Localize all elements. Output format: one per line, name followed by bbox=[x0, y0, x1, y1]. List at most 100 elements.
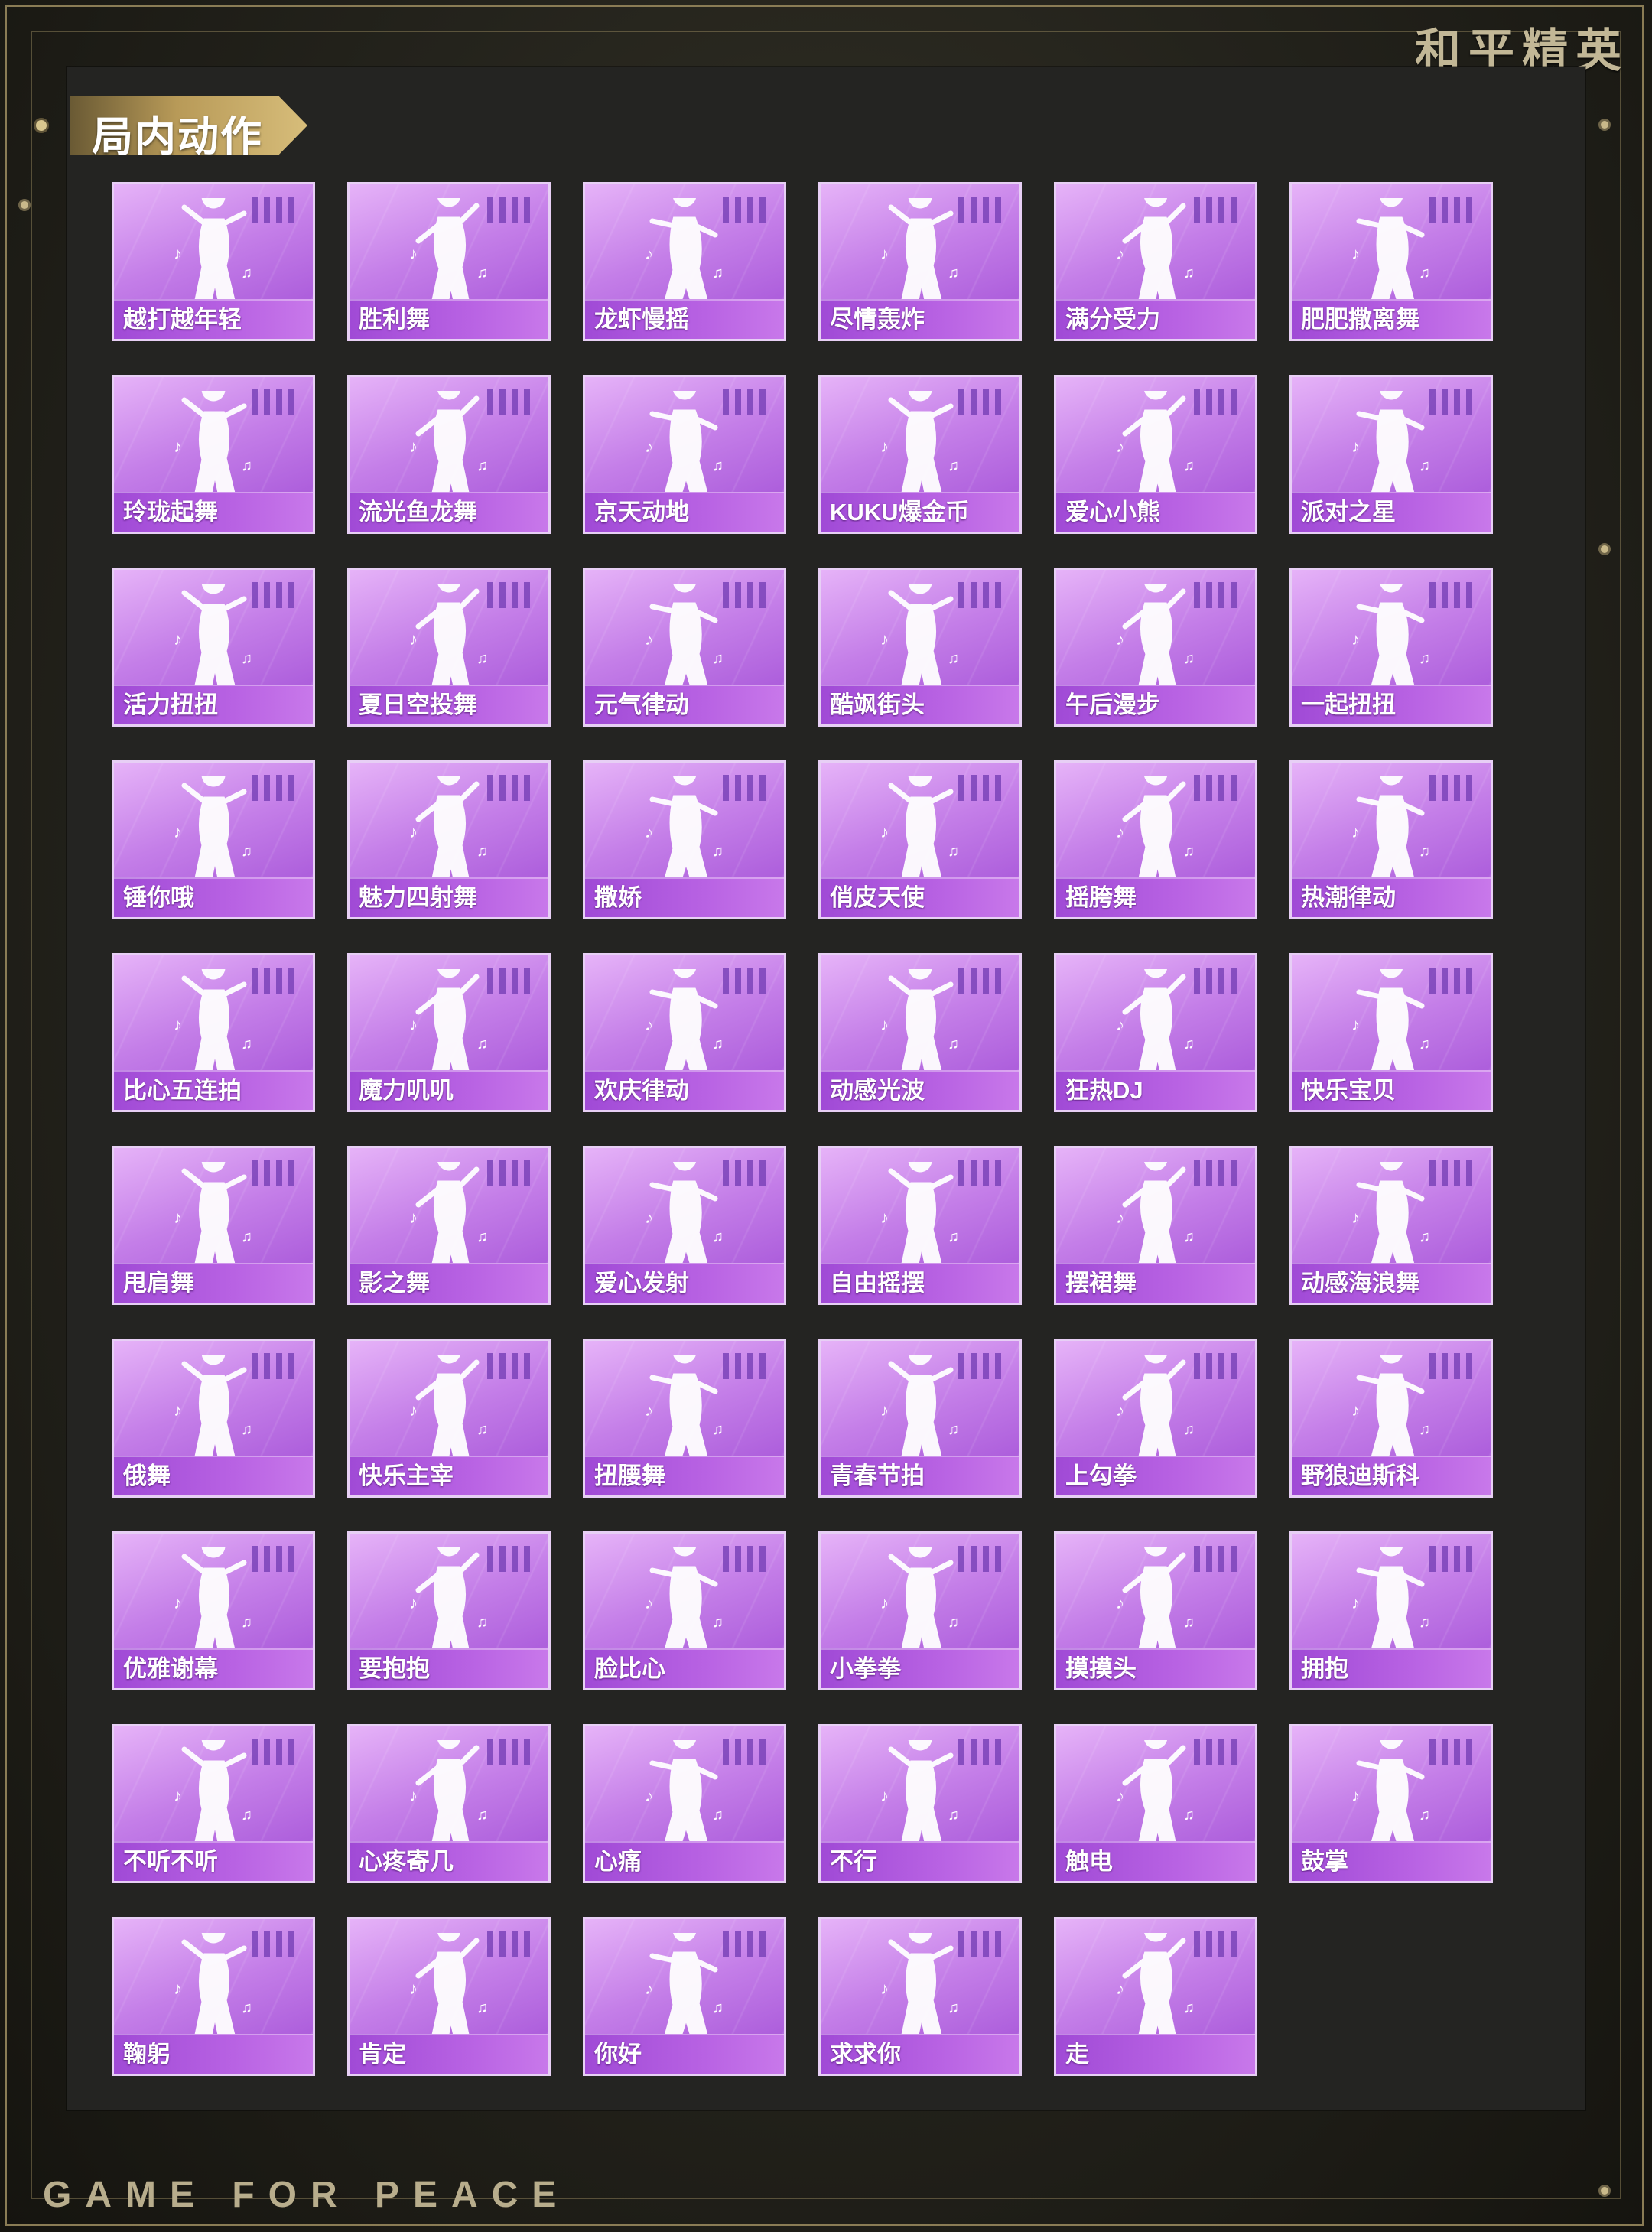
emote-tile[interactable]: ♪ ♫ 越打越年轻 bbox=[112, 182, 315, 341]
dancer-silhouette-icon: ♪♫ bbox=[1116, 1547, 1195, 1654]
emote-tile[interactable]: ♪ ♫ 青春节拍 bbox=[818, 1339, 1022, 1498]
svg-text:♫: ♫ bbox=[1183, 843, 1195, 860]
svg-text:♪: ♪ bbox=[880, 1593, 889, 1612]
emote-tile[interactable]: ♪ ♫ 不行 bbox=[818, 1724, 1022, 1883]
emote-tile[interactable]: ♪ ♫ 摇胯舞 bbox=[1054, 760, 1257, 919]
emote-tile[interactable]: ♪ ♫ 自由摇摆 bbox=[818, 1146, 1022, 1305]
emote-tile[interactable]: ♪ ♫ 爱心小熊 bbox=[1054, 375, 1257, 534]
svg-text:♪: ♪ bbox=[409, 630, 418, 649]
emote-tile[interactable]: ♪ ♫ 比心五连拍 bbox=[112, 953, 315, 1112]
emote-tile[interactable]: ♪ ♫ 动感海浪舞 bbox=[1289, 1146, 1493, 1305]
emote-name: 京天动地 bbox=[594, 499, 689, 525]
emote-tile[interactable]: ♪ ♫ 欢庆律动 bbox=[583, 953, 786, 1112]
emote-tile[interactable]: ♪ ♫ 京天动地 bbox=[583, 375, 786, 534]
emote-tile[interactable]: ♪ ♫ KUKU爆金币 bbox=[818, 375, 1022, 534]
emote-tile[interactable]: ♪ ♫ 上勾拳 bbox=[1054, 1339, 1257, 1498]
svg-text:♪: ♪ bbox=[1351, 1015, 1360, 1034]
emote-tile[interactable]: ♪ ♫ 脸比心 bbox=[583, 1531, 786, 1690]
emote-tile[interactable]: ♪ ♫ 派对之星 bbox=[1289, 375, 1493, 534]
svg-text:♪: ♪ bbox=[880, 1015, 889, 1034]
emote-tile[interactable]: ♪ ♫ 野狼迪斯科 bbox=[1289, 1339, 1493, 1498]
svg-text:♪: ♪ bbox=[645, 1593, 653, 1612]
emote-tile[interactable]: ♪ ♫ 流光鱼龙舞 bbox=[347, 375, 551, 534]
emote-name: 摸摸头 bbox=[1065, 1655, 1137, 1682]
emote-tile[interactable]: ♪ ♫ 元气律动 bbox=[583, 568, 786, 727]
emote-tile[interactable]: ♪ ♫ 优雅谢幕 bbox=[112, 1531, 315, 1690]
svg-text:♪: ♪ bbox=[174, 1786, 182, 1805]
emote-tile[interactable]: ♪ ♫ 热潮律动 bbox=[1289, 760, 1493, 919]
emote-tile[interactable]: ♪ ♫ 触电 bbox=[1054, 1724, 1257, 1883]
emote-tile[interactable]: ♪ ♫ 撒娇 bbox=[583, 760, 786, 919]
emote-name: 魅力四射舞 bbox=[359, 884, 477, 911]
emote-tile[interactable]: ♪ ♫ 魔力叽叽 bbox=[347, 953, 551, 1112]
svg-text:♫: ♫ bbox=[476, 1807, 488, 1824]
dancer-silhouette-icon: ♪♫ bbox=[409, 391, 488, 498]
emote-tile[interactable]: ♪ ♫ 拥抱 bbox=[1289, 1531, 1493, 1690]
emote-tile[interactable]: ♪ ♫ 龙虾慢摇 bbox=[583, 182, 786, 341]
svg-text:♪: ♪ bbox=[880, 1786, 889, 1805]
emote-tile[interactable]: ♪ ♫ 活力扭扭 bbox=[112, 568, 315, 727]
emote-tile[interactable]: ♪ ♫ 求求你 bbox=[818, 1917, 1022, 2076]
emote-tile[interactable]: ♪ ♫ 酷飒街头 bbox=[818, 568, 1022, 727]
emote-tile[interactable]: ♪ ♫ 小拳拳 bbox=[818, 1531, 1022, 1690]
emote-tile[interactable]: ♪ ♫ 鼓掌 bbox=[1289, 1724, 1493, 1883]
emote-tile[interactable]: ♪ ♫ 夏日空投舞 bbox=[347, 568, 551, 727]
dancer-silhouette-icon: ♪♫ bbox=[409, 1740, 488, 1847]
dancer-silhouette-icon: ♪♫ bbox=[1351, 969, 1430, 1076]
dancer-silhouette-icon: ♪♫ bbox=[1351, 776, 1430, 883]
dancer-silhouette-icon: ♪♫ bbox=[1116, 776, 1195, 883]
emote-tile[interactable]: ♪ ♫ 要抱抱 bbox=[347, 1531, 551, 1690]
svg-text:♫: ♫ bbox=[241, 265, 252, 281]
emote-tile[interactable]: ♪ ♫ 心痛 bbox=[583, 1724, 786, 1883]
emote-tile[interactable]: ♪ ♫ 一起扭扭 bbox=[1289, 568, 1493, 727]
emote-tile[interactable]: ♪ ♫ 摸摸头 bbox=[1054, 1531, 1257, 1690]
emote-tile[interactable]: ♪ ♫ 狂热DJ bbox=[1054, 953, 1257, 1112]
svg-text:♫: ♫ bbox=[712, 1036, 724, 1053]
emote-tile[interactable]: ♪ ♫ 肯定 bbox=[347, 1917, 551, 2076]
emote-name: 快乐主宰 bbox=[359, 1463, 454, 1489]
emote-tile[interactable]: ♪ ♫ 走 bbox=[1054, 1917, 1257, 2076]
dancer-silhouette-icon: ♪♫ bbox=[174, 1355, 252, 1462]
emote-tile[interactable]: ♪ ♫ 胜利舞 bbox=[347, 182, 551, 341]
emote-tile[interactable]: ♪ ♫ 玲珑起舞 bbox=[112, 375, 315, 534]
svg-text:♫: ♫ bbox=[712, 1999, 724, 2016]
dancer-silhouette-icon: ♪♫ bbox=[1351, 391, 1430, 498]
dancer-silhouette-icon: ♪♫ bbox=[409, 1162, 488, 1269]
svg-text:♪: ♪ bbox=[1116, 437, 1124, 456]
emote-tile[interactable]: ♪ ♫ 动感光波 bbox=[818, 953, 1022, 1112]
emote-tile[interactable]: ♪ ♫ 鞠躬 bbox=[112, 1917, 315, 2076]
emote-tile[interactable]: ♪ ♫ 心疼寄几 bbox=[347, 1724, 551, 1883]
svg-text:♪: ♪ bbox=[880, 1401, 889, 1420]
emote-tile[interactable]: ♪ ♫ 尽情轰炸 bbox=[818, 182, 1022, 341]
emote-tile[interactable]: ♪ ♫ 肥肥撒离舞 bbox=[1289, 182, 1493, 341]
emote-tile[interactable]: ♪ ♫ 午后漫步 bbox=[1054, 568, 1257, 727]
emote-tile[interactable]: ♪ ♫ 扭腰舞 bbox=[583, 1339, 786, 1498]
emote-name: 流光鱼龙舞 bbox=[359, 499, 477, 525]
emote-tile[interactable]: ♪ ♫ 影之舞 bbox=[347, 1146, 551, 1305]
emote-tile[interactable]: ♪ ♫ 俄舞 bbox=[112, 1339, 315, 1498]
emote-tile[interactable]: ♪ ♫ 你好 bbox=[583, 1917, 786, 2076]
emote-tile[interactable]: ♪ ♫ 不听不听 bbox=[112, 1724, 315, 1883]
dancer-silhouette-icon: ♪♫ bbox=[880, 584, 959, 691]
emote-tile[interactable]: ♪ ♫ 摆裙舞 bbox=[1054, 1146, 1257, 1305]
svg-text:♪: ♪ bbox=[409, 244, 418, 263]
svg-text:♫: ♫ bbox=[1419, 1614, 1430, 1631]
emote-tile[interactable]: ♪ ♫ 锤你哦 bbox=[112, 760, 315, 919]
svg-text:♪: ♪ bbox=[174, 1208, 182, 1227]
svg-text:♫: ♫ bbox=[1183, 650, 1195, 667]
emote-name: 优雅谢幕 bbox=[123, 1655, 218, 1682]
emote-name: 爱心小熊 bbox=[1065, 499, 1160, 525]
emote-tile[interactable]: ♪ ♫ 快乐宝贝 bbox=[1289, 953, 1493, 1112]
emote-tile[interactable]: ♪ ♫ 快乐主宰 bbox=[347, 1339, 551, 1498]
emote-tile[interactable]: ♪ ♫ 满分受力 bbox=[1054, 182, 1257, 341]
emote-tile[interactable]: ♪ ♫ 甩肩舞 bbox=[112, 1146, 315, 1305]
emote-name: 鞠躬 bbox=[123, 2041, 171, 2068]
emote-tile[interactable]: ♪ ♫ 爱心发射 bbox=[583, 1146, 786, 1305]
emote-name: 元气律动 bbox=[594, 691, 689, 718]
svg-text:♫: ♫ bbox=[241, 1421, 252, 1438]
svg-text:♪: ♪ bbox=[645, 1786, 653, 1805]
svg-text:♫: ♫ bbox=[948, 1228, 959, 1245]
svg-text:♫: ♫ bbox=[712, 265, 724, 281]
emote-tile[interactable]: ♪ ♫ 俏皮天使 bbox=[818, 760, 1022, 919]
emote-tile[interactable]: ♪ ♫ 魅力四射舞 bbox=[347, 760, 551, 919]
